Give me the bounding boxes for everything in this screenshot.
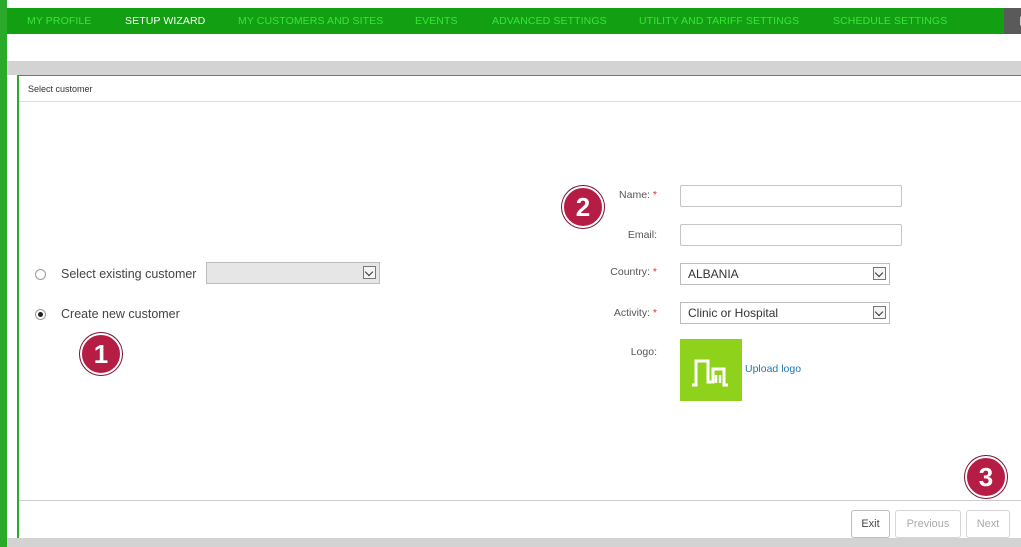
step-marker-2: 2 [562, 186, 604, 228]
activity-label: Activity: * [547, 307, 657, 319]
previous-button[interactable]: Previous [895, 510, 961, 538]
nav-my-customers-and-sites[interactable]: MY CUSTOMERS AND SITES [238, 8, 383, 34]
required-marker: * [652, 266, 657, 278]
nav-schedule-settings[interactable]: SCHEDULE SETTINGS [833, 8, 947, 34]
activity-select[interactable]: Clinic or Hospital [680, 302, 890, 324]
name-label-text: Name: [619, 189, 650, 201]
name-input[interactable] [680, 185, 902, 207]
country-select[interactable]: ALBANIA [680, 263, 890, 285]
step-marker-1: 1 [80, 333, 122, 375]
existing-customer-radio[interactable] [35, 269, 46, 280]
upload-logo-link[interactable]: Upload logo [745, 363, 801, 375]
footer-divider [19, 500, 1021, 501]
chevron-down-icon [873, 267, 886, 280]
nav-events[interactable]: EVENTS [415, 8, 458, 34]
nav-utility-and-tariff-settings[interactable]: UTILITY AND TARIFF SETTINGS [639, 8, 799, 34]
email-label: Email: [547, 229, 657, 241]
logo-label: Logo: [547, 346, 657, 358]
collapse-tab[interactable] [1004, 8, 1021, 34]
activity-label-text: Activity: [613, 307, 650, 319]
existing-customer-select[interactable] [206, 262, 380, 284]
content-gutter-top [7, 61, 1021, 75]
nav-my-profile[interactable]: MY PROFILE [27, 8, 91, 34]
top-navigation: MY PROFILE SETUP WIZARD MY CUSTOMERS AND… [7, 8, 1021, 34]
new-customer-radio[interactable] [35, 309, 46, 320]
existing-customer-label: Select existing customer [61, 267, 197, 281]
new-customer-label: Create new customer [61, 307, 180, 321]
logo-label-text: Logo: [630, 346, 657, 358]
logo-placeholder[interactable] [680, 339, 742, 401]
country-value: ALBANIA [688, 267, 739, 281]
step-marker-3: 3 [965, 456, 1007, 498]
country-label-text: Country: [610, 266, 650, 278]
left-frame-border [0, 0, 7, 547]
content-gutter-bottom [7, 538, 1021, 547]
panel-title: Select customer [28, 84, 93, 94]
nav-advanced-settings[interactable]: ADVANCED SETTINGS [492, 8, 607, 34]
email-input[interactable] [680, 224, 902, 246]
building-icon [692, 359, 728, 387]
nav-setup-wizard[interactable]: SETUP WIZARD [125, 8, 205, 34]
chevron-down-icon [363, 266, 376, 279]
required-marker: * [652, 307, 657, 319]
required-marker: * [652, 189, 657, 201]
email-label-text: Email: [627, 229, 657, 241]
wizard-panel: Select customer Select existing customer… [17, 75, 1021, 538]
next-button[interactable]: Next [966, 510, 1010, 538]
exit-button[interactable]: Exit [851, 510, 890, 538]
country-label: Country: * [547, 266, 657, 278]
sub-header-strip [7, 34, 1021, 61]
chevron-down-icon [873, 306, 886, 319]
activity-value: Clinic or Hospital [688, 306, 779, 320]
title-divider [19, 101, 1021, 102]
